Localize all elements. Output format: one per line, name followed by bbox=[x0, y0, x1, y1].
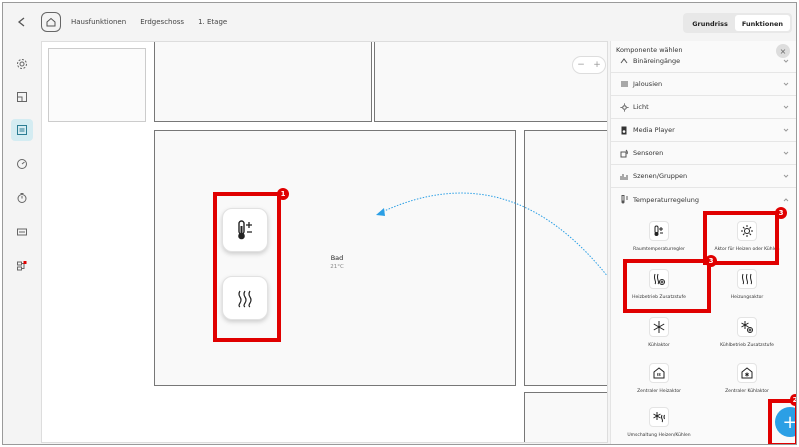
highlight-box-2-add bbox=[768, 399, 796, 444]
component-label: Zentraler Heizaktor bbox=[637, 389, 681, 394]
chevron-down-icon bbox=[783, 173, 796, 179]
component-heizungsaktor[interactable]: Heizungsaktor bbox=[707, 269, 787, 300]
chevron-down-icon bbox=[783, 104, 796, 110]
breadcrumb-erdgeschoss[interactable]: Erdgeschoss bbox=[140, 18, 184, 26]
step-badge-3: 3 bbox=[775, 207, 787, 219]
tab-funktionen[interactable]: Funktionen bbox=[734, 15, 790, 31]
back-button[interactable] bbox=[7, 15, 37, 29]
category-sensoren[interactable]: Sensoren bbox=[611, 142, 796, 165]
room-name: Bad bbox=[330, 254, 344, 262]
component-umschaltung-heizen-kuehlen[interactable]: Umschaltung Heizen/Kühlen bbox=[619, 407, 699, 438]
room-outline bbox=[48, 48, 146, 122]
tile-room-thermostat[interactable] bbox=[222, 208, 268, 252]
home-button[interactable] bbox=[41, 12, 61, 32]
app-window: Hausfunktionen Erdgeschoss 1. Etage Grun… bbox=[2, 2, 797, 445]
category-temperaturregelung[interactable]: Temperaturregelung bbox=[611, 188, 796, 211]
zoom-control: − + bbox=[572, 56, 606, 74]
step-badge-2: 2 bbox=[790, 394, 796, 406]
zoom-out-button[interactable]: − bbox=[577, 60, 585, 70]
tile-heating-actuator[interactable] bbox=[222, 276, 268, 320]
chevron-down-icon bbox=[783, 58, 796, 64]
component-label: Zentraler Kühlaktor bbox=[725, 389, 769, 394]
component-raumtemperaturregler[interactable]: Raumtemperaturregler bbox=[619, 221, 699, 252]
category-label: Jalousien bbox=[633, 80, 663, 88]
chevron-down-icon bbox=[783, 81, 796, 87]
step-badge-3: 3 bbox=[705, 255, 717, 267]
category-label: Media Player bbox=[633, 126, 675, 134]
drag-arrow bbox=[376, 192, 607, 277]
component-label: Kühlaktor bbox=[648, 343, 670, 348]
zoom-in-button[interactable]: + bbox=[593, 60, 601, 70]
room-outline bbox=[154, 42, 372, 122]
tab-grundriss[interactable]: Grundriss bbox=[685, 15, 735, 31]
floorplan-icon[interactable] bbox=[11, 86, 33, 108]
component-label: Raumtemperaturregler bbox=[633, 247, 685, 252]
component-kuehlaktor[interactable]: Kühlaktor bbox=[619, 317, 699, 348]
category-szenen-gruppen[interactable]: Szenen/Gruppen bbox=[611, 165, 796, 188]
left-nav bbox=[3, 41, 39, 444]
breadcrumb-hausfunktionen[interactable]: Hausfunktionen bbox=[71, 18, 126, 26]
binary-input-icon bbox=[615, 57, 633, 65]
timer-icon[interactable] bbox=[11, 187, 33, 209]
room-outline bbox=[524, 392, 607, 442]
home-icon bbox=[46, 17, 56, 27]
category-label: Szenen/Gruppen bbox=[633, 172, 688, 180]
chevron-up-icon bbox=[783, 197, 796, 203]
settings-icon[interactable] bbox=[11, 53, 33, 75]
heating-icon bbox=[737, 269, 757, 289]
component-label: Umschaltung Heizen/Kühlen bbox=[627, 433, 691, 438]
room-outline bbox=[374, 42, 607, 122]
category-label: Temperaturregelung bbox=[633, 195, 700, 204]
network-icon[interactable] bbox=[11, 255, 33, 277]
light-icon bbox=[615, 103, 633, 112]
category-media-player[interactable]: Media Player bbox=[611, 119, 796, 142]
blinds-icon bbox=[615, 80, 633, 88]
central-heating-icon bbox=[649, 363, 669, 383]
thermostat-icon bbox=[615, 195, 633, 204]
cooling-extra-stage-icon bbox=[737, 317, 757, 337]
heating-icon bbox=[238, 290, 252, 308]
component-kuehlbetrieb-zusatzstufe[interactable]: Kühlbetrieb Zusatzstufe bbox=[707, 317, 787, 348]
room-temperature: 21°C bbox=[330, 264, 344, 270]
view-toggle: Grundriss Funktionen bbox=[683, 13, 792, 33]
thermometer-icon bbox=[238, 220, 252, 240]
chevron-left-icon bbox=[17, 17, 25, 27]
thermometer-icon bbox=[649, 221, 669, 241]
category-label: Licht bbox=[633, 103, 649, 111]
display-icon[interactable] bbox=[11, 221, 33, 243]
chevron-down-icon bbox=[783, 127, 796, 133]
highlight-box-3-heizbetrieb bbox=[623, 259, 711, 313]
heat-cool-switch-icon bbox=[649, 407, 669, 427]
component-label: Heizungsaktor bbox=[730, 295, 764, 300]
category-binaereingaenge[interactable]: Binäreingänge bbox=[611, 50, 796, 73]
component-zentraler-heizaktor[interactable]: Zentraler Heizaktor bbox=[619, 363, 699, 394]
breadcrumb-1-etage[interactable]: 1. Etage bbox=[198, 18, 227, 26]
speedometer-icon[interactable] bbox=[11, 153, 33, 175]
category-licht[interactable]: Licht bbox=[611, 96, 796, 119]
dashboard-icon[interactable] bbox=[11, 119, 33, 141]
central-cooling-icon bbox=[737, 363, 757, 383]
sensor-icon bbox=[615, 149, 633, 158]
media-player-icon bbox=[615, 126, 633, 135]
step-badge-1: 1 bbox=[277, 188, 289, 200]
cooling-icon bbox=[649, 317, 669, 337]
category-label: Sensoren bbox=[633, 149, 664, 157]
chevron-down-icon bbox=[783, 150, 796, 156]
scenes-icon bbox=[615, 172, 633, 181]
component-zentraler-kuehlaktor[interactable]: Zentraler Kühlaktor bbox=[707, 363, 787, 394]
category-jalousien[interactable]: Jalousien bbox=[611, 73, 796, 96]
component-label: Kühlbetrieb Zusatzstufe bbox=[720, 343, 774, 348]
top-bar: Hausfunktionen Erdgeschoss 1. Etage Grun… bbox=[3, 3, 796, 41]
floorplan-canvas[interactable]: − + Bad 21°C 1 bbox=[41, 41, 608, 443]
category-label: Binäreingänge bbox=[633, 57, 681, 65]
